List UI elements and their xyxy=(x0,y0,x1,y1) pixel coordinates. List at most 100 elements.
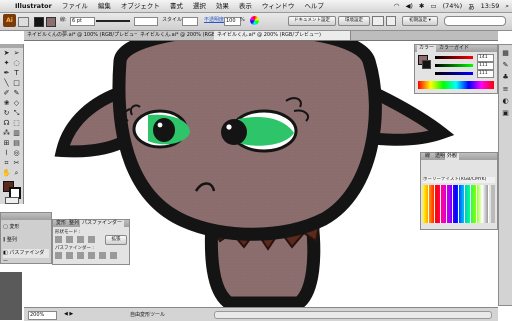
collapsed-transform[interactable]: ▢ 変形 xyxy=(3,223,49,232)
layers-icon[interactable]: ≡ xyxy=(501,85,510,94)
menu-file[interactable]: ファイル xyxy=(57,0,93,12)
graph-tool-icon[interactable]: ▥ xyxy=(12,129,21,138)
color-spectrum-bar[interactable] xyxy=(418,81,494,89)
collapsed-align[interactable]: ⫼ 整列 xyxy=(3,236,49,245)
recolor-icon[interactable] xyxy=(250,16,259,25)
spotlight-icon[interactable]: ⌕ xyxy=(502,2,512,11)
tab-color-guide[interactable]: カラーガイド xyxy=(437,45,471,52)
opacity-field[interactable]: 100 xyxy=(224,17,241,26)
tab-pathfinder[interactable]: パスファインダー xyxy=(80,220,125,227)
direct-selection-tool-icon[interactable]: ➢ xyxy=(12,49,21,58)
tab-transform[interactable]: 変形 xyxy=(54,220,68,227)
line-tool-icon[interactable]: ╲ xyxy=(2,79,11,88)
menu-bar: Illustrator ファイル 編集 オブジェクト 書式 選択 効果 表示 ウ… xyxy=(0,0,512,13)
appearance-icon[interactable]: ◐ xyxy=(501,97,510,106)
input-method-indicator[interactable]: あ xyxy=(465,1,478,11)
tools-panel: ➤ ➢ ✦ ◌ ✒ T ╲ □ ✐ ✎ ❀ ◇ ↻ ⤡ ☊ ⬚ ⁂ ▥ ⊞ ▤ … xyxy=(0,44,24,204)
workspace-switcher[interactable]: 初期設定 ▾ xyxy=(402,16,438,26)
zoom-tool-icon[interactable]: ⌕ xyxy=(12,169,21,178)
symbol-sprayer-tool-icon[interactable]: ⁂ xyxy=(2,129,11,138)
bluetooth-icon[interactable]: ✱ xyxy=(416,2,427,10)
battery-icon[interactable]: ▭ xyxy=(427,2,439,10)
tab-stroke[interactable]: 線 xyxy=(423,153,432,160)
symbols-icon[interactable]: ♣ xyxy=(501,73,510,82)
zoom-field[interactable]: 200% xyxy=(28,311,57,320)
swatch-scrollbar[interactable] xyxy=(491,185,495,223)
tab-document-3-active[interactable]: ネイビルくん.ai* @ 200% (RGB/プレビュー) xyxy=(214,31,351,40)
menu-select[interactable]: 選択 xyxy=(188,0,211,12)
clock[interactable]: 13:59 xyxy=(478,2,503,10)
artboard-nav[interactable]: ◀ ▶ xyxy=(64,311,73,317)
bridge-button[interactable] xyxy=(18,17,29,27)
stroke-weight-field[interactable]: 6 pt xyxy=(70,17,95,26)
eyedropper-tool-icon[interactable]: ⌇ xyxy=(2,149,11,158)
paintbrush-tool-icon[interactable]: ✐ xyxy=(2,89,11,98)
swatches-icon[interactable]: ▦ xyxy=(501,49,510,58)
blue-value-field[interactable]: 111 xyxy=(477,70,494,78)
slice-tool-icon[interactable]: ⌗ xyxy=(2,159,11,168)
mesh-tool-icon[interactable]: ⊞ xyxy=(2,139,11,148)
gradient-tool-icon[interactable]: ▤ xyxy=(12,139,21,148)
warp-tool-icon[interactable]: ☊ xyxy=(2,119,11,128)
search-field[interactable] xyxy=(444,16,506,26)
type-tool-icon[interactable]: T xyxy=(12,69,21,78)
battery-percent: (74%) xyxy=(442,2,463,10)
style-dropdown[interactable] xyxy=(182,17,198,26)
scale-tool-icon[interactable]: ⤡ xyxy=(12,109,21,118)
red-slider-track[interactable] xyxy=(435,56,473,59)
tab-color[interactable]: カラー xyxy=(417,45,437,52)
menu-window[interactable]: ウィンドウ xyxy=(257,0,300,12)
menu-edit[interactable]: 編集 xyxy=(93,0,116,12)
wifi-icon[interactable]: ◠ xyxy=(391,2,403,10)
brush-dropdown[interactable] xyxy=(134,17,158,26)
rectangle-tool-icon[interactable]: □ xyxy=(12,79,21,88)
panel-icon-strip: ▦ ✎ ♣ ≡ ◐ ▣ xyxy=(498,44,512,306)
blob-brush-tool-icon[interactable]: ❀ xyxy=(2,99,11,108)
magic-wand-tool-icon[interactable]: ✦ xyxy=(2,59,11,68)
brushes-icon[interactable]: ✎ xyxy=(501,61,510,70)
pen-tool-icon[interactable]: ✒ xyxy=(2,69,11,78)
blue-slider-track[interactable] xyxy=(435,72,473,75)
lasso-tool-icon[interactable]: ◌ xyxy=(12,59,21,68)
menu-effect[interactable]: 効果 xyxy=(211,0,234,12)
fill-swatch[interactable] xyxy=(34,17,44,27)
document-setup-button[interactable]: ドキュメント設定 xyxy=(288,16,336,26)
opacity-label[interactable]: 不透明度 xyxy=(204,17,224,24)
tab-document-2[interactable]: ネイビルくん.ai* @ 200% (RGB/プレビュー) xyxy=(137,31,218,40)
stroke-swatch[interactable] xyxy=(46,17,56,27)
tab-document-1[interactable]: ネイビルくんの夢.ai* @ 100% (RGB/プレビュー) xyxy=(24,31,141,40)
screen-mode-icon[interactable] xyxy=(5,197,19,204)
expand-button[interactable]: 拡張 xyxy=(105,235,127,245)
arrange-documents-icon[interactable] xyxy=(372,16,384,26)
scissors-tool-icon[interactable]: ✂ xyxy=(12,159,21,168)
pathfinder-buttons[interactable] xyxy=(55,252,121,259)
control-bar: Ai 線: 6 pt スタイル 不透明度 100 % ドキュメント設定 環境設定… xyxy=(0,13,512,31)
menu-app-name[interactable]: Illustrator xyxy=(10,0,57,12)
shape-mode-buttons[interactable] xyxy=(55,236,99,243)
menu-help[interactable]: ヘルプ xyxy=(299,0,329,12)
menu-type[interactable]: 書式 xyxy=(165,0,188,12)
align-icon[interactable] xyxy=(386,16,396,26)
eraser-tool-icon[interactable]: ◇ xyxy=(12,99,21,108)
preferences-button[interactable]: 環境設定 xyxy=(338,16,370,26)
free-transform-tool-icon[interactable]: ⬚ xyxy=(12,119,21,128)
tab-align[interactable]: 整列 xyxy=(67,220,81,227)
hand-tool-icon[interactable]: ✋ xyxy=(2,169,11,178)
rotate-tool-icon[interactable]: ↻ xyxy=(2,109,11,118)
swatch-grid[interactable] xyxy=(423,185,489,223)
blend-tool-icon[interactable]: ◎ xyxy=(12,149,21,158)
menu-object[interactable]: オブジェクト xyxy=(116,0,165,12)
menu-view[interactable]: 表示 xyxy=(234,0,257,12)
selection-tool-icon[interactable]: ➤ xyxy=(2,49,11,58)
graphic-styles-icon[interactable]: ▣ xyxy=(501,109,510,118)
pencil-tool-icon[interactable]: ✎ xyxy=(12,89,21,98)
volume-icon[interactable]: ◀) xyxy=(402,2,416,10)
color-stroke-box[interactable] xyxy=(422,60,431,69)
pathfinder-label: パスファインダー : xyxy=(55,246,94,251)
collapsed-pathfinder[interactable]: ◧ パスファインダー xyxy=(3,249,49,265)
tab-appearance[interactable]: 外観 xyxy=(445,153,460,160)
horizontal-scrollbar[interactable] xyxy=(214,311,492,319)
red-value-field[interactable]: 141 xyxy=(477,54,494,62)
green-value-field[interactable]: 111 xyxy=(477,62,494,70)
green-slider-track[interactable] xyxy=(435,64,473,67)
